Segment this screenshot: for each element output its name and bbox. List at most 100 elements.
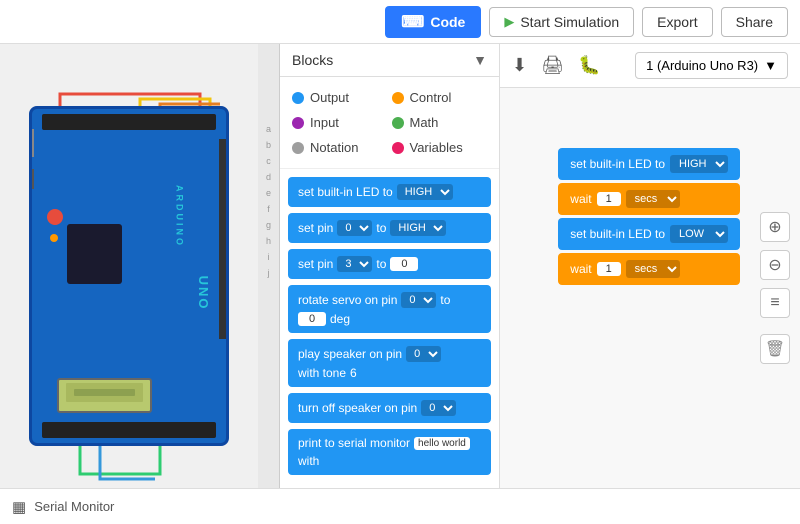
status-bar: ▦ Serial Monitor	[0, 488, 800, 524]
hello-world-value: hello world	[414, 437, 470, 450]
input-dot	[292, 117, 304, 129]
block-text-deg: deg	[330, 312, 350, 326]
canvas-wait-text-2: wait	[570, 262, 591, 276]
canvas-wait-input-2[interactable]	[597, 262, 621, 276]
block-set-pin-num[interactable]: set pin 34 to	[288, 249, 491, 279]
serial-monitor-icon: ▦	[12, 498, 26, 516]
pin-select-2[interactable]: 34	[337, 256, 372, 272]
trash-icon[interactable]: 🗑	[760, 334, 790, 364]
canvas-block-wait-2[interactable]: wait secsmins	[558, 253, 740, 285]
block-rotate-servo[interactable]: rotate servo on pin 0 to deg	[288, 285, 491, 333]
math-dot	[392, 117, 404, 129]
zoom-in-icon[interactable]: ⊕	[760, 212, 790, 242]
servo-pin-select[interactable]: 0	[401, 292, 436, 308]
toolbar: ⌨ Code ▶ Start Simulation Export Share	[0, 0, 800, 44]
tool-icon-row: ⬇ 🖨 🐛	[512, 55, 600, 76]
block-text-with: with	[298, 454, 319, 468]
download-icon[interactable]: ⬇	[512, 55, 527, 76]
variables-dot	[392, 142, 404, 154]
category-notation[interactable]: Notation	[292, 137, 388, 158]
pin-value-select[interactable]: HIGHLOW	[390, 220, 446, 236]
block-text-off-speaker: turn off speaker on pin	[298, 401, 417, 415]
side-icons: ⊕ ⊖ ≡ 🗑	[760, 212, 790, 364]
led-indicator	[50, 234, 58, 242]
bb-h: h	[266, 236, 271, 246]
pin-value-input[interactable]	[390, 257, 418, 271]
led-value-select[interactable]: HIGHLOW	[397, 184, 453, 200]
block-text-to3: to	[440, 293, 450, 307]
category-input[interactable]: Input	[292, 112, 388, 133]
speaker-pin-select[interactable]: 0	[406, 346, 441, 362]
blocks-dropdown-label: Blocks	[292, 52, 333, 68]
breadboard-panel: a b c d e f g h i j	[258, 44, 280, 488]
block-text: set built-in LED to	[298, 185, 393, 199]
canvas-block-led-low[interactable]: set built-in LED to LOWHIGH	[558, 218, 740, 250]
canvas-wait-text-1: wait	[570, 192, 591, 206]
canvas-block-wait-1[interactable]: wait secsmins	[558, 183, 740, 215]
main-layout: ARDUINO UNO a b c d e f g h i j	[0, 44, 800, 488]
device-dropdown[interactable]: 1 (Arduino Uno R3) ▼	[635, 52, 788, 79]
play-icon: ▶	[504, 14, 514, 30]
bug-icon[interactable]: 🐛	[578, 55, 600, 76]
simulate-button[interactable]: ▶ Start Simulation	[489, 7, 634, 37]
servo-angle-input[interactable]	[298, 312, 326, 326]
block-set-pin[interactable]: set pin 012 to HIGHLOW	[288, 213, 491, 243]
lcd-screen	[66, 383, 143, 402]
block-text-set-pin2: set pin	[298, 257, 333, 271]
bb-c: c	[266, 156, 271, 166]
usb-port	[29, 129, 34, 157]
canvas-text-3: set built-in LED to	[570, 227, 665, 241]
code-icon: ⌨	[401, 12, 424, 32]
bb-j: j	[268, 268, 270, 278]
chevron-down-icon: ▼	[473, 52, 487, 68]
bb-f: f	[267, 204, 270, 214]
pin-strip-top	[42, 114, 216, 130]
block-text-to: to	[376, 221, 386, 235]
device-selector: 1 (Arduino Uno R3) ▼	[635, 52, 788, 79]
share-button[interactable]: Share	[721, 7, 788, 37]
export-button[interactable]: Export	[642, 7, 712, 37]
code-button[interactable]: ⌨ Code	[385, 6, 481, 38]
input-label: Input	[310, 115, 339, 130]
fit-icon[interactable]: ≡	[760, 288, 790, 318]
zoom-out-icon[interactable]: ⊖	[760, 250, 790, 280]
arduino-panel: ARDUINO UNO	[0, 44, 258, 488]
category-grid: Output Control Input Math Notation Varia…	[280, 77, 499, 169]
control-label: Control	[410, 90, 452, 105]
block-text-tone: with tone	[298, 366, 346, 380]
off-speaker-pin-select[interactable]: 0	[421, 400, 456, 416]
category-control[interactable]: Control	[392, 87, 488, 108]
arduino-board: ARDUINO UNO	[29, 106, 229, 446]
block-print-serial[interactable]: print to serial monitor hello world with	[288, 429, 491, 475]
print-icon[interactable]: 🖨	[541, 55, 564, 76]
block-set-builtin-led[interactable]: set built-in LED to HIGHLOW	[288, 177, 491, 207]
canvas-wait-input-1[interactable]	[597, 192, 621, 206]
canvas-secs-select-1[interactable]: secsmins	[626, 190, 680, 208]
block-play-speaker[interactable]: play speaker on pin 0 with tone 6	[288, 339, 491, 387]
blocks-panel: Blocks ▼ Output Control Input Math	[280, 44, 500, 488]
code-label: Code	[430, 14, 465, 30]
output-label: Output	[310, 90, 349, 105]
power-port	[29, 169, 34, 189]
canvas-blocks: set built-in LED to HIGHLOW wait secsmin…	[558, 148, 740, 285]
canvas-led-high-select[interactable]: HIGHLOW	[670, 155, 728, 173]
block-text-tone-val: 6	[350, 366, 357, 380]
bb-d: d	[266, 172, 271, 182]
canvas-area[interactable]: set built-in LED to HIGHLOW wait secsmin…	[500, 88, 800, 488]
pin-select-1[interactable]: 012	[337, 220, 372, 236]
block-text-servo: rotate servo on pin	[298, 293, 397, 307]
arduino-text: ARDUINO	[175, 185, 185, 248]
canvas-led-low-select[interactable]: LOWHIGH	[670, 225, 728, 243]
blocks-dropdown[interactable]: Blocks ▼	[280, 44, 499, 77]
canvas-block-led-high[interactable]: set built-in LED to HIGHLOW	[558, 148, 740, 180]
category-variables[interactable]: Variables	[392, 137, 488, 158]
reset-button	[47, 209, 63, 225]
block-text-speaker: play speaker on pin	[298, 347, 402, 361]
board-body: ARDUINO UNO	[29, 106, 229, 446]
canvas-secs-select-2[interactable]: secsmins	[626, 260, 680, 278]
category-math[interactable]: Math	[392, 112, 488, 133]
blocks-list: set built-in LED to HIGHLOW set pin 012 …	[280, 169, 499, 488]
block-turn-off-speaker[interactable]: turn off speaker on pin 0	[288, 393, 491, 423]
math-label: Math	[410, 115, 439, 130]
category-output[interactable]: Output	[292, 87, 388, 108]
